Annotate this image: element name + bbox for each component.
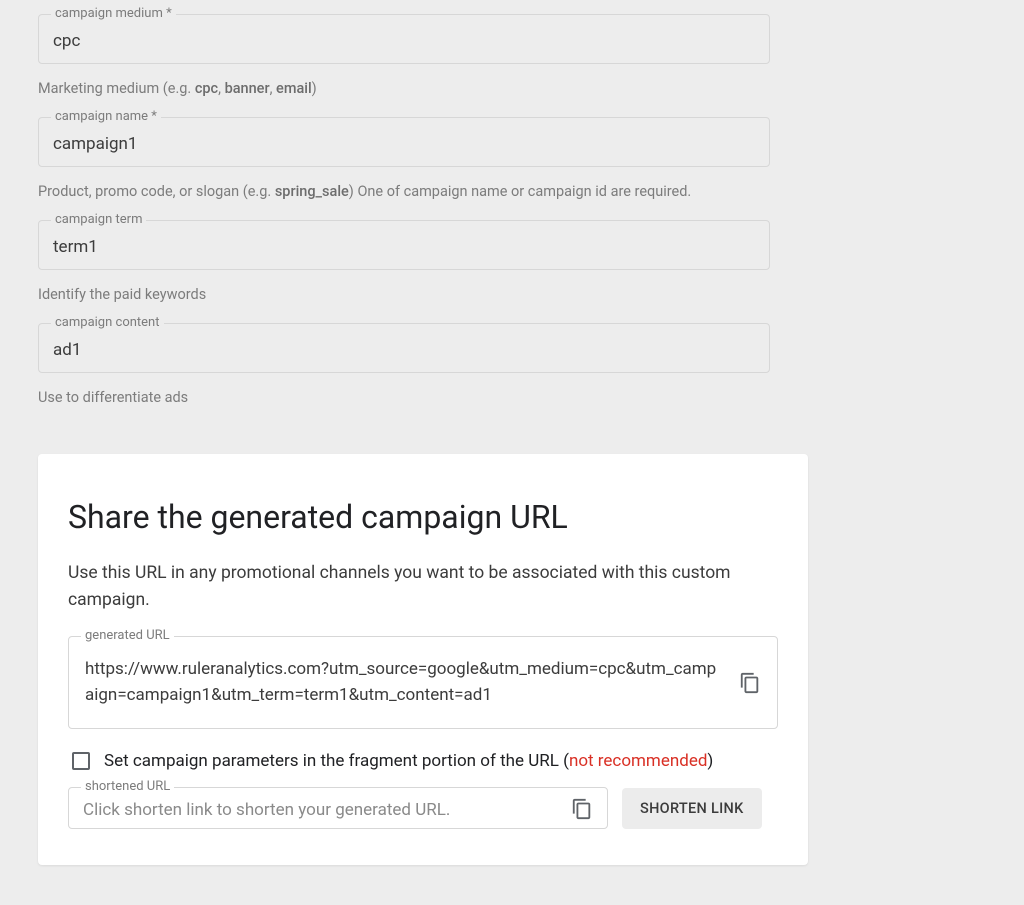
campaign-term-label: campaign term bbox=[51, 212, 146, 227]
field-campaign-term: campaign term Identify the paid keywords bbox=[38, 220, 986, 303]
campaign-medium-help: Marketing medium (e.g. cpc, banner, emai… bbox=[38, 80, 986, 97]
field-campaign-name: campaign name * Product, promo code, or … bbox=[38, 117, 986, 200]
copy-icon[interactable] bbox=[571, 798, 593, 820]
generated-url-text: https://www.ruleranalytics.com?utm_sourc… bbox=[85, 653, 725, 712]
campaign-content-help: Use to differentiate ads bbox=[38, 389, 986, 406]
field-campaign-content: campaign content Use to differentiate ad… bbox=[38, 323, 986, 406]
shortened-url-box: shortened URL bbox=[68, 787, 608, 829]
campaign-medium-input[interactable] bbox=[53, 29, 755, 51]
fragment-option-row: Set campaign parameters in the fragment … bbox=[68, 751, 778, 771]
share-card: Share the generated campaign URL Use thi… bbox=[38, 454, 808, 865]
campaign-name-label: campaign name * bbox=[51, 109, 161, 124]
campaign-name-input[interactable] bbox=[53, 132, 755, 154]
generated-url-label: generated URL bbox=[81, 628, 174, 643]
shorten-link-button[interactable]: SHORTEN LINK bbox=[622, 788, 762, 829]
campaign-name-help: Product, promo code, or slogan (e.g. spr… bbox=[38, 183, 986, 200]
campaign-medium-label: campaign medium * bbox=[51, 6, 176, 21]
campaign-term-input[interactable] bbox=[53, 235, 755, 257]
fragment-option-label: Set campaign parameters in the fragment … bbox=[104, 751, 713, 771]
share-subtext: Use this URL in any promotional channels… bbox=[68, 560, 778, 614]
shortened-url-label: shortened URL bbox=[81, 779, 174, 794]
campaign-content-input[interactable] bbox=[53, 338, 755, 360]
campaign-content-label: campaign content bbox=[51, 315, 164, 330]
generated-url-box: generated URL https://www.ruleranalytics… bbox=[68, 636, 778, 729]
campaign-term-help: Identify the paid keywords bbox=[38, 286, 986, 303]
copy-icon[interactable] bbox=[739, 672, 761, 694]
fragment-checkbox[interactable] bbox=[72, 752, 90, 770]
field-campaign-medium: campaign medium * Marketing medium (e.g.… bbox=[38, 14, 986, 97]
share-heading: Share the generated campaign URL bbox=[68, 498, 778, 536]
shortened-url-input[interactable] bbox=[83, 798, 559, 820]
